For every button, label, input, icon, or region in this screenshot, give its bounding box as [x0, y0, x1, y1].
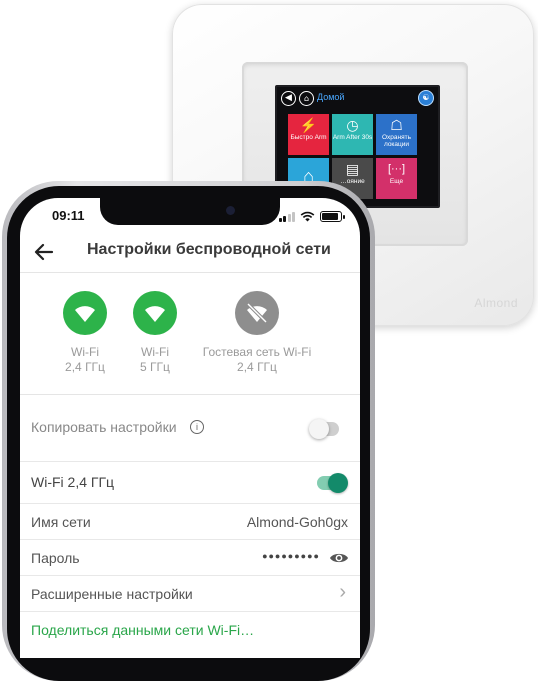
tile-more[interactable]: [···] Еще [376, 158, 417, 199]
tile-quick-arm[interactable]: ⚡ Быстро Arm [288, 114, 329, 155]
more-icon: [···] [387, 163, 406, 175]
ssid-row[interactable]: Имя сети Almond-Goh0gx [20, 504, 360, 540]
wifi-icon [63, 291, 107, 335]
wifi-24-row: Wi-Fi 2,4 ГГц [20, 462, 360, 504]
wifi-off-icon [235, 291, 279, 335]
network-wifi-5[interactable]: Wi-Fi 5 ГГц [128, 291, 182, 375]
network-selector: Wi-Fi 2,4 ГГц Wi-Fi 5 ГГц Гостевая сеть … [20, 272, 360, 395]
wifi-icon [133, 291, 177, 335]
wifi-24-toggle[interactable] [317, 473, 348, 493]
wifi-status-icon [300, 211, 315, 222]
shield-home-icon: ☖ [390, 117, 403, 133]
ssid-value: Almond-Goh0gx [246, 514, 348, 530]
ssid-label: Имя сети [31, 514, 91, 530]
phone-screen: 09:11 Настройки беспроводной сети Wi-Fi … [20, 198, 360, 658]
eye-icon[interactable] [329, 551, 349, 565]
password-value: ●●●●●●●●● [262, 551, 320, 561]
tile-label: Еще [389, 178, 404, 185]
tile-guard-locations[interactable]: ☖ Охранять локации [376, 114, 417, 155]
page-title: Настройки беспроводной сети [87, 241, 331, 258]
share-network-link[interactable]: Поделиться данными сети Wi-Fi… [31, 622, 254, 638]
copy-settings-label: Копировать настройки [31, 419, 177, 435]
tile-arm-after-30s[interactable]: ◷ Arm After 30s [332, 114, 373, 155]
copy-settings-row: Копировать настройки i [20, 394, 360, 462]
shield-timer-icon: ◷ [346, 117, 359, 133]
copy-settings-toggle[interactable] [309, 419, 339, 439]
network-band: 5 ГГц [140, 360, 170, 374]
network-band: 2,4 ГГц [237, 360, 277, 374]
network-label: Гостевая сеть Wi-Fi 2,4 ГГц [197, 345, 317, 375]
password-row[interactable]: Пароль ●●●●●●●●● [20, 540, 360, 576]
status-icons [278, 208, 345, 222]
almond-logo: Almond [474, 296, 518, 310]
advanced-settings-row[interactable]: Расширенные настройки › [20, 576, 360, 612]
app-bar: Настройки беспроводной сети [20, 232, 360, 273]
page-indicator [335, 104, 359, 119]
battery-icon [320, 211, 345, 222]
front-camera [226, 206, 235, 215]
network-name: Wi-Fi [71, 345, 99, 359]
network-band: 2,4 ГГц [65, 360, 105, 374]
router-screen-title: Домой [317, 92, 345, 102]
tile-label: Быстро Arm [290, 134, 327, 141]
password-label: Пароль [31, 550, 80, 566]
globe-icon[interactable]: ☯ [418, 90, 434, 106]
network-wifi-24[interactable]: Wi-Fi 2,4 ГГц [58, 291, 112, 375]
back-icon[interactable]: ◀ [281, 91, 296, 106]
back-arrow-icon[interactable] [32, 240, 56, 264]
network-label: Wi-Fi 2,4 ГГц [58, 345, 112, 375]
info-icon[interactable]: i [190, 420, 204, 434]
tile-label: Охранять локации [382, 134, 411, 148]
tile-label: Arm After 30s [332, 134, 373, 141]
status-time: 09:11 [52, 208, 85, 223]
chevron-right-icon: › [339, 581, 346, 603]
advanced-settings-label: Расширенные настройки [31, 586, 193, 602]
network-guest[interactable]: Гостевая сеть Wi-Fi 2,4 ГГц [197, 291, 317, 375]
network-label: Wi-Fi 5 ГГц [128, 345, 182, 375]
router-screen-header: ◀ ⌂ Домой ☯ [277, 87, 438, 119]
wifi-24-label: Wi-Fi 2,4 ГГц [31, 474, 115, 490]
share-network-row[interactable]: Поделиться данными сети Wi-Fi… [20, 612, 360, 652]
devices-icon: ▤ [345, 161, 360, 177]
shield-icon: ⚡ [299, 117, 318, 133]
network-name: Wi-Fi [141, 345, 169, 359]
phone-notch [100, 198, 280, 225]
home-icon[interactable]: ⌂ [299, 91, 314, 106]
network-name: Гостевая сеть Wi-Fi [202, 345, 312, 359]
cellular-signal-icon [278, 212, 295, 222]
